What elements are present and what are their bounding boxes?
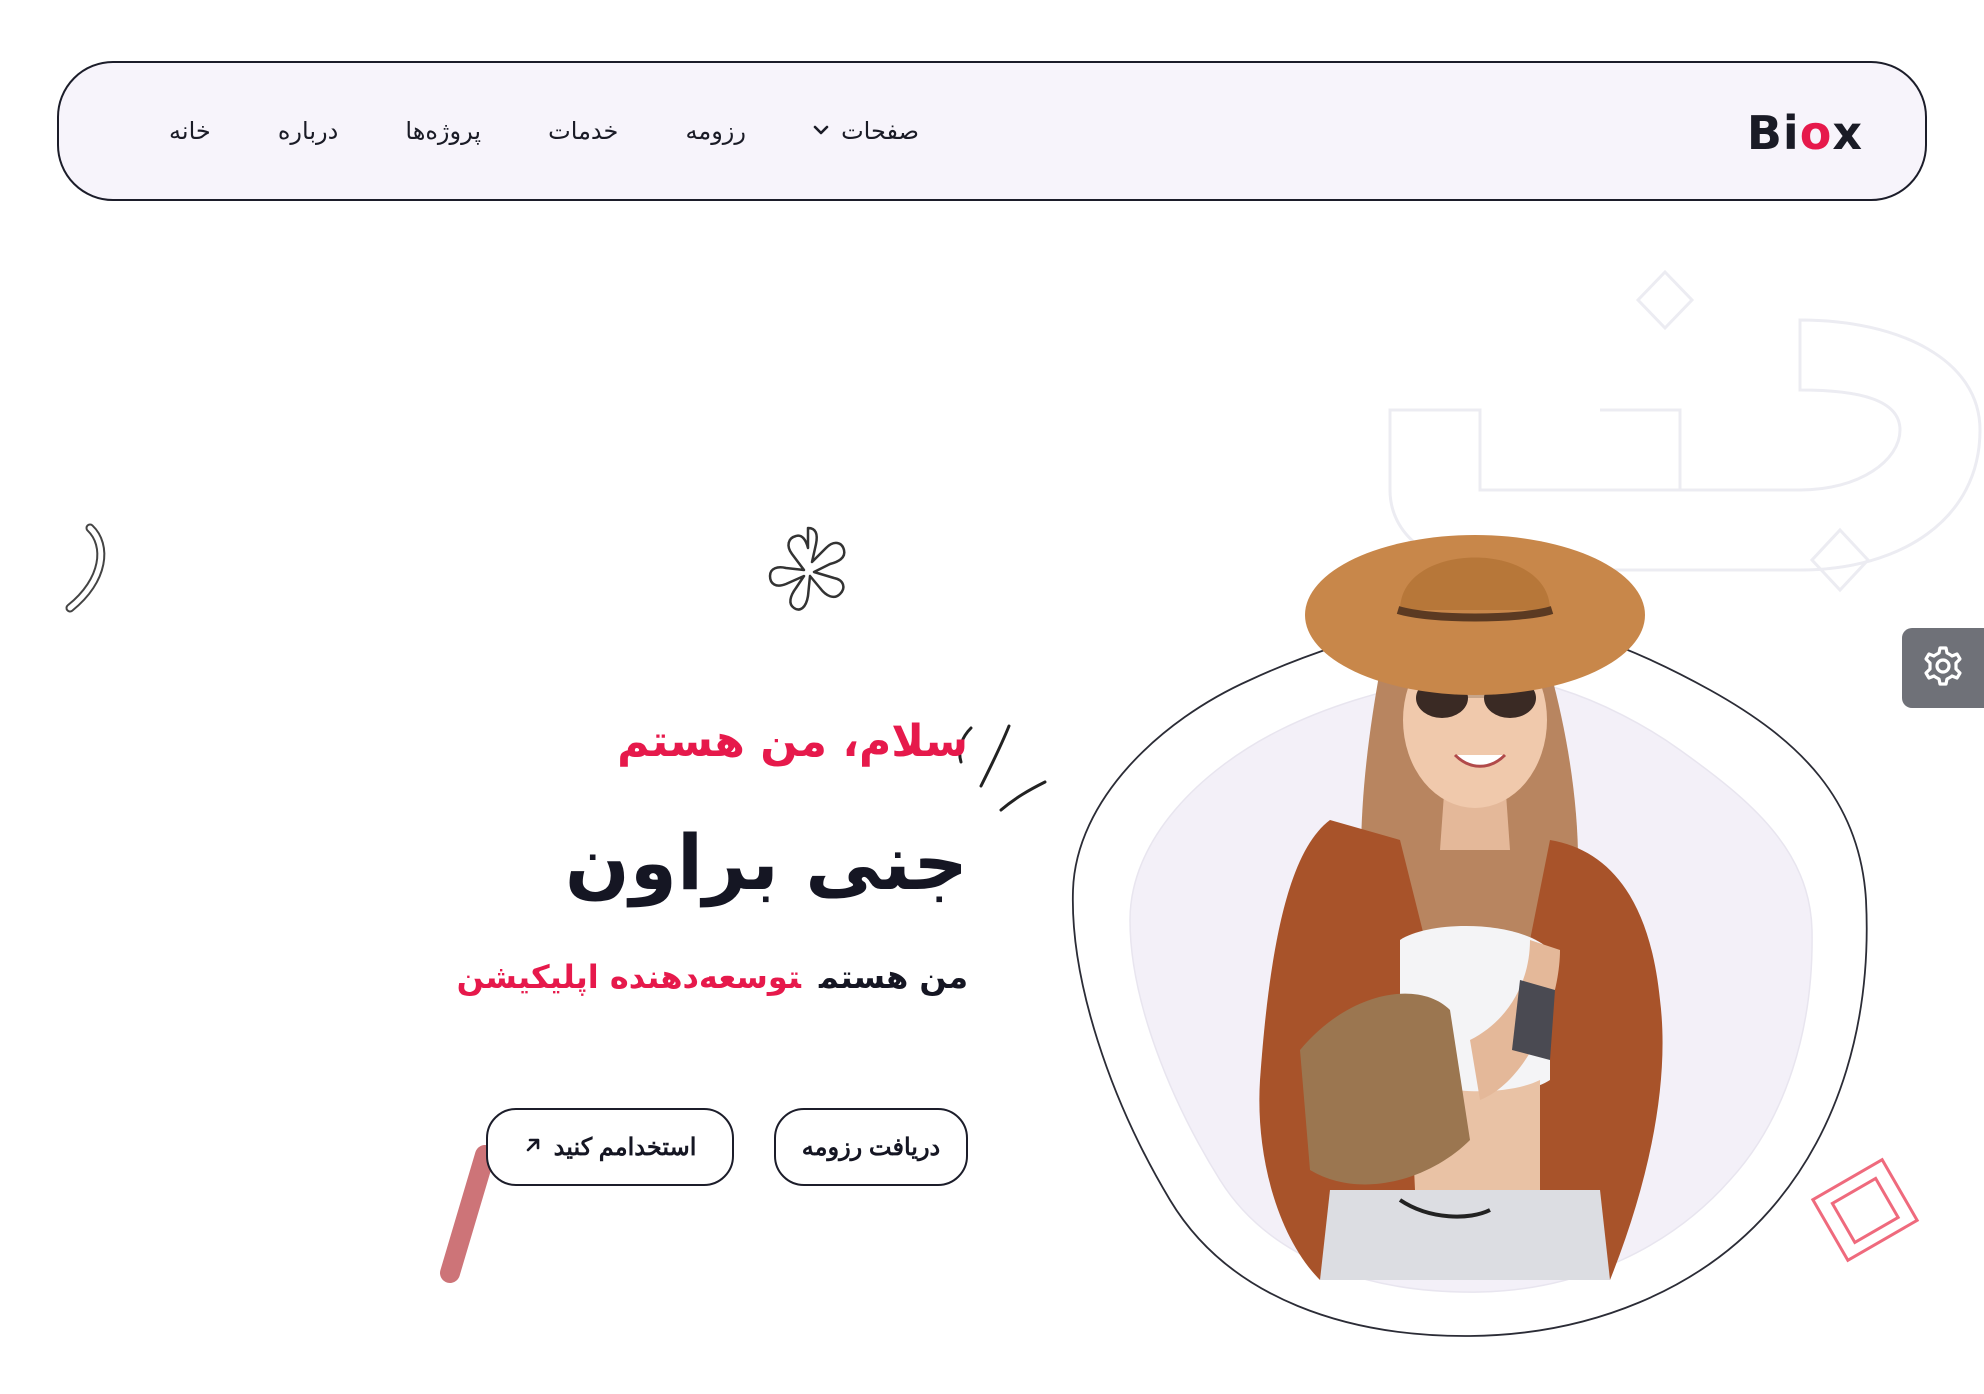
logo-text-accent: o xyxy=(1799,106,1833,160)
nav-link-projects[interactable]: پروژه‌ها xyxy=(405,117,481,145)
logo-text-end: x xyxy=(1832,106,1863,160)
nav-link-home-label: خانه xyxy=(169,117,211,145)
squares-decoration xyxy=(1810,1157,1920,1263)
nav-link-services-label: خدمات xyxy=(548,117,619,145)
nav-link-pages[interactable]: صفحات xyxy=(813,117,919,145)
nav-link-services[interactable]: خدمات xyxy=(548,117,618,145)
nav-link-about-label: درباره xyxy=(277,117,339,145)
chevron-down-icon xyxy=(813,120,829,141)
settings-button[interactable] xyxy=(1902,628,1984,708)
logo-text-start: Bi xyxy=(1746,106,1800,160)
hero-role: توسعه‌دهنده اپلیکیشن xyxy=(456,958,801,996)
nav-link-about[interactable]: درباره xyxy=(278,117,338,145)
arrow-up-right-icon xyxy=(524,1134,542,1160)
hero-greeting: سلام، من هستم xyxy=(617,716,968,767)
curve-decoration xyxy=(65,523,106,613)
nav-link-resume[interactable]: رزومه xyxy=(685,117,746,145)
nav-link-resume-label: رزومه xyxy=(685,117,746,145)
hero-name: جنی براون xyxy=(564,818,968,907)
nav-link-pages-label: صفحات xyxy=(841,117,919,145)
download-resume-label: دریافت رزومه xyxy=(801,1133,941,1161)
hire-me-label: استخدامم کنید xyxy=(553,1133,697,1161)
gear-icon xyxy=(1921,644,1965,692)
page: Biox خانه درباره پروژه‌ها خدمات رزومه صف… xyxy=(0,0,1984,1394)
nav-link-home[interactable]: خانه xyxy=(169,117,211,145)
nav-link-projects-label: پروژه‌ها xyxy=(405,117,482,145)
asterisk-decoration xyxy=(768,526,846,611)
navbar: Biox خانه درباره پروژه‌ها خدمات رزومه صف… xyxy=(57,61,1927,201)
profile-photo xyxy=(1259,535,1663,1280)
download-resume-button[interactable]: دریافت رزومه xyxy=(774,1108,968,1186)
nav-menu: خانه درباره پروژه‌ها خدمات رزومه صفحات xyxy=(169,63,919,199)
hero-role-prefix: من هستم xyxy=(818,958,968,996)
logo[interactable]: Biox xyxy=(1747,107,1863,159)
hero-role-line: من هستم توسعه‌دهنده اپلیکیشن xyxy=(457,958,968,996)
hire-me-button[interactable]: استخدامم کنید xyxy=(486,1108,734,1186)
